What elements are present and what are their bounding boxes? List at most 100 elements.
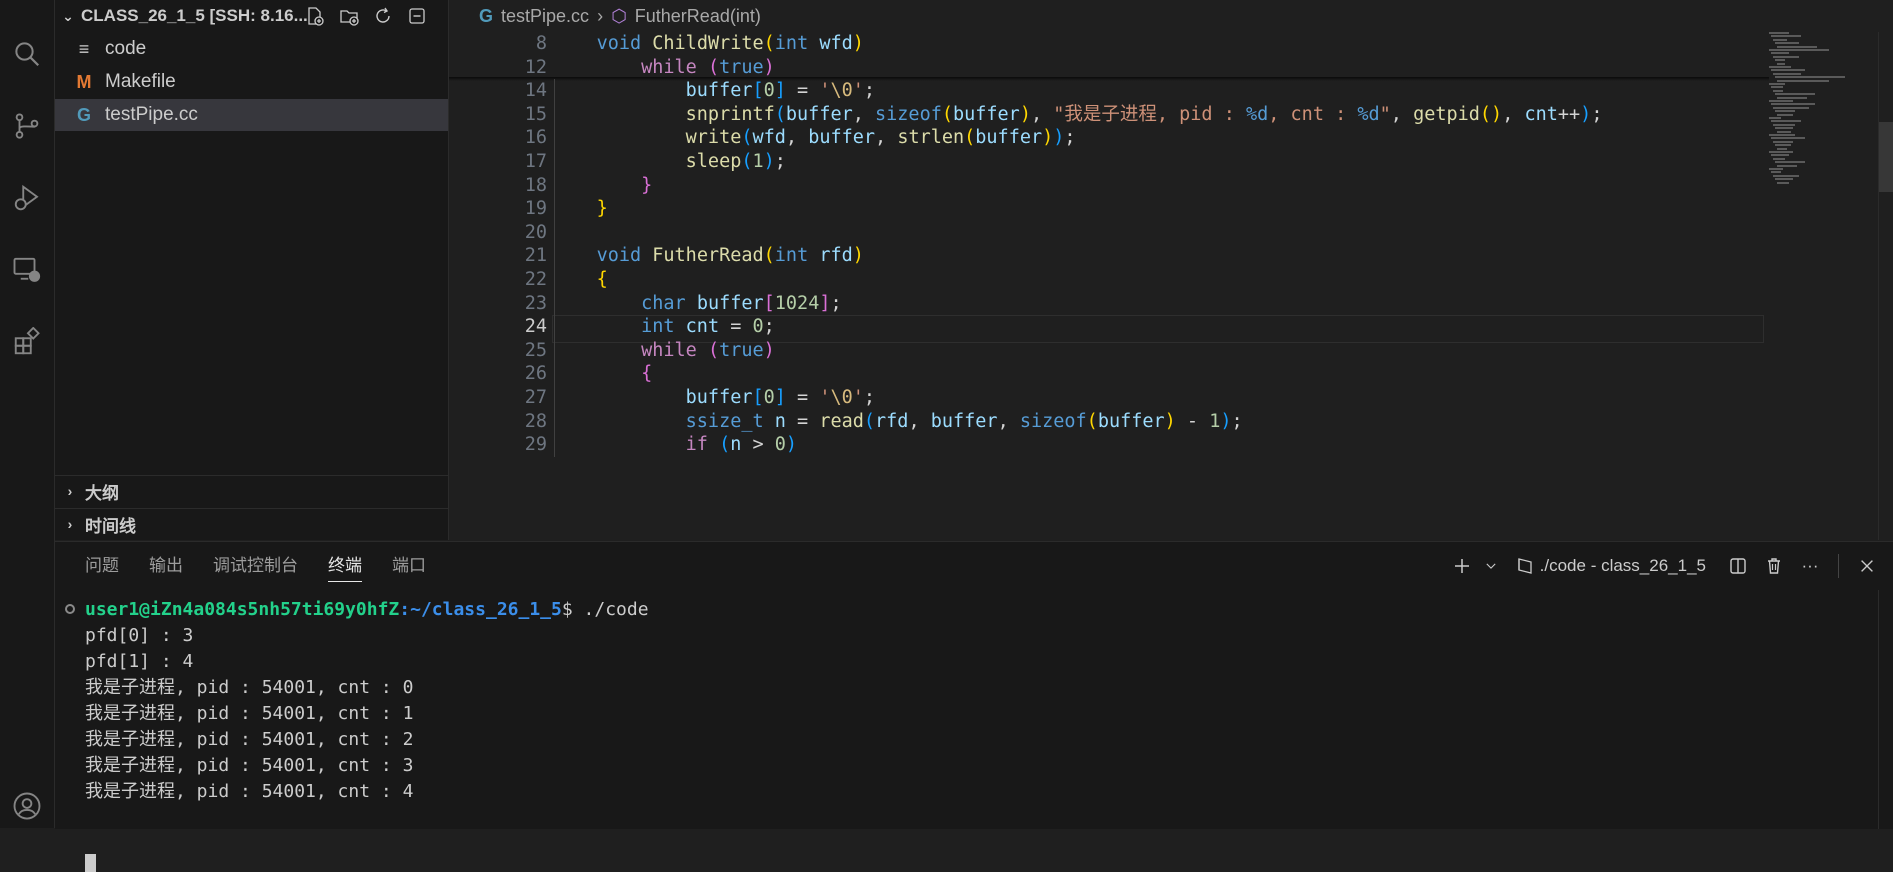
- refresh-icon[interactable]: [370, 4, 396, 28]
- outline-section[interactable]: › 大纲: [55, 475, 448, 506]
- collapse-all-icon[interactable]: [404, 4, 430, 28]
- line-number: 19: [524, 198, 547, 220]
- breadcrumb-file[interactable]: testPipe.cc: [501, 6, 589, 27]
- minimap-line: [1777, 181, 1789, 184]
- section-label: 大纲: [85, 483, 119, 503]
- code-text: buffer[0] = '\0';: [685, 80, 876, 102]
- extensions-icon[interactable]: [0, 318, 54, 366]
- minimap-line: [1771, 120, 1801, 123]
- account-icon[interactable]: [0, 782, 54, 830]
- line-number: 21: [524, 245, 547, 267]
- minimap-line: [1769, 168, 1783, 170]
- panel-tab[interactable]: 输出: [149, 542, 183, 590]
- code-text: char buffer[1024];: [641, 292, 842, 314]
- new-terminal-icon[interactable]: [1444, 548, 1480, 584]
- code-text: {: [596, 269, 608, 290]
- code-area[interactable]: 8 void ChildWrite(int wfd) 12 while (true…: [449, 32, 1893, 540]
- code-line[interactable]: 20: [449, 221, 1769, 245]
- line-number: 29: [524, 434, 547, 456]
- run-debug-icon[interactable]: [0, 174, 54, 222]
- code-line[interactable]: 29 if (n > 0): [449, 433, 1769, 457]
- minimap-line: [1777, 113, 1793, 116]
- chevron-down-icon[interactable]: [1480, 548, 1502, 584]
- code-text: int cnt = 0;: [641, 316, 775, 338]
- cpp-file-icon: G: [76, 104, 91, 125]
- code-line[interactable]: 17 sleep(1);: [449, 150, 1769, 174]
- file-name: Makefile: [105, 71, 176, 92]
- line-number: 23: [524, 292, 547, 314]
- editor-scrollbar[interactable]: [1878, 32, 1893, 540]
- file-item-code[interactable]: ≡ code: [55, 33, 448, 65]
- timeline-section[interactable]: › 时间线: [55, 508, 448, 539]
- line-number: 15: [524, 103, 547, 125]
- line-number: 22: [524, 269, 547, 290]
- code-line[interactable]: 15 snprintf(buffer, sizeof(buffer), "我是子…: [449, 103, 1769, 127]
- terminal-scrollbar[interactable]: [1878, 590, 1893, 829]
- breadcrumb-symbol[interactable]: FutherRead(int): [635, 6, 761, 27]
- panel-tab[interactable]: 终端: [328, 542, 362, 590]
- new-folder-icon[interactable]: [336, 4, 362, 28]
- code-line[interactable]: 8 void ChildWrite(int wfd): [449, 32, 1769, 56]
- file-item-makefile[interactable]: M Makefile: [55, 66, 448, 98]
- minimap[interactable]: [1769, 32, 1869, 192]
- search-icon[interactable]: [0, 30, 54, 78]
- panel-tab[interactable]: 调试控制台: [213, 542, 298, 590]
- file-item-testpipe[interactable]: G testPipe.cc: [55, 99, 448, 131]
- explorer-header[interactable]: ⌄ CLASS_26_1_5 [SSH: 8.16...: [55, 0, 448, 32]
- code-text: }: [596, 198, 608, 220]
- code-line[interactable]: 27 buffer[0] = '\0';: [449, 386, 1769, 410]
- panel-tab[interactable]: 问题: [85, 542, 119, 590]
- code-text: ssize_t n = read(rfd, buffer, sizeof(buf…: [685, 410, 1243, 432]
- terminal-name[interactable]: ./code - class_26_1_5: [1540, 556, 1706, 576]
- code-line[interactable]: 26 {: [449, 362, 1769, 386]
- code-line[interactable]: 19 }: [449, 197, 1769, 221]
- method-icon: ⬡: [611, 5, 627, 26]
- code-line[interactable]: 18 }: [449, 174, 1769, 198]
- makefile-icon: M: [76, 71, 92, 92]
- divider: [1838, 554, 1839, 578]
- chevron-right-icon: ›: [67, 516, 73, 532]
- code-line[interactable]: 28 ssize_t n = read(rfd, buffer, sizeof(…: [449, 410, 1769, 434]
- terminal-cursor: [85, 854, 96, 872]
- cpp-file-icon: G: [479, 5, 494, 26]
- code-line[interactable]: 24 int cnt = 0;: [449, 315, 1769, 339]
- minimap-line: [1775, 161, 1805, 164]
- code-line[interactable]: 22 {: [449, 268, 1769, 292]
- trash-icon[interactable]: [1756, 548, 1792, 584]
- close-icon[interactable]: [1849, 548, 1885, 584]
- terminal[interactable]: user1@iZn4a084s5nh57ti69y0hfZ:~/class_26…: [55, 597, 1893, 872]
- prompt-path: :~/class_26_1_5: [399, 599, 562, 620]
- minimap-line: [1771, 103, 1815, 106]
- code-text: }: [641, 174, 653, 196]
- code-line[interactable]: 25 while (true): [449, 339, 1769, 363]
- terminal-output-line: 我是子进程, pid : 54001, cnt : 3: [85, 755, 414, 776]
- minimap-line: [1775, 178, 1793, 181]
- scrollbar-thumb[interactable]: [1879, 122, 1893, 192]
- code-line[interactable]: 23 char buffer[1024];: [449, 292, 1769, 316]
- source-control-icon[interactable]: [0, 102, 54, 150]
- split-terminal-icon[interactable]: [1720, 548, 1756, 584]
- line-number: 26: [524, 363, 547, 385]
- minimap-line: [1773, 89, 1783, 92]
- minimap-line: [1769, 134, 1795, 136]
- minimap-line: [1777, 164, 1797, 167]
- minimap-line: [1771, 69, 1805, 72]
- command-status-icon[interactable]: [65, 604, 75, 614]
- code-line[interactable]: 12 while (true): [449, 56, 1769, 80]
- minimap-line: [1773, 72, 1801, 75]
- panel-tab[interactable]: 端口: [392, 542, 426, 590]
- minimap-line: [1777, 147, 1787, 150]
- code-line[interactable]: 16 write(wfd, buffer, strlen(buffer));: [449, 126, 1769, 150]
- remote-explorer-icon[interactable]: [0, 246, 54, 294]
- minimap-line: [1777, 45, 1817, 48]
- activity-bar: [0, 0, 55, 828]
- breadcrumb: G testPipe.cc › ⬡ FutherRead(int): [449, 0, 1893, 32]
- code-editor[interactable]: G testPipe.cc › ⬡ FutherRead(int) 8 void…: [449, 0, 1893, 540]
- minimap-line: [1769, 117, 1781, 119]
- code-line[interactable]: 14 buffer[0] = '\0';: [449, 79, 1769, 103]
- more-actions-icon[interactable]: ···: [1792, 548, 1828, 584]
- chevron-down-icon: ⌄: [62, 7, 74, 24]
- code-line[interactable]: 21 void FutherRead(int rfd): [449, 244, 1769, 268]
- terminal-output-line: 我是子进程, pid : 54001, cnt : 0: [85, 677, 414, 698]
- new-file-icon[interactable]: [302, 4, 328, 28]
